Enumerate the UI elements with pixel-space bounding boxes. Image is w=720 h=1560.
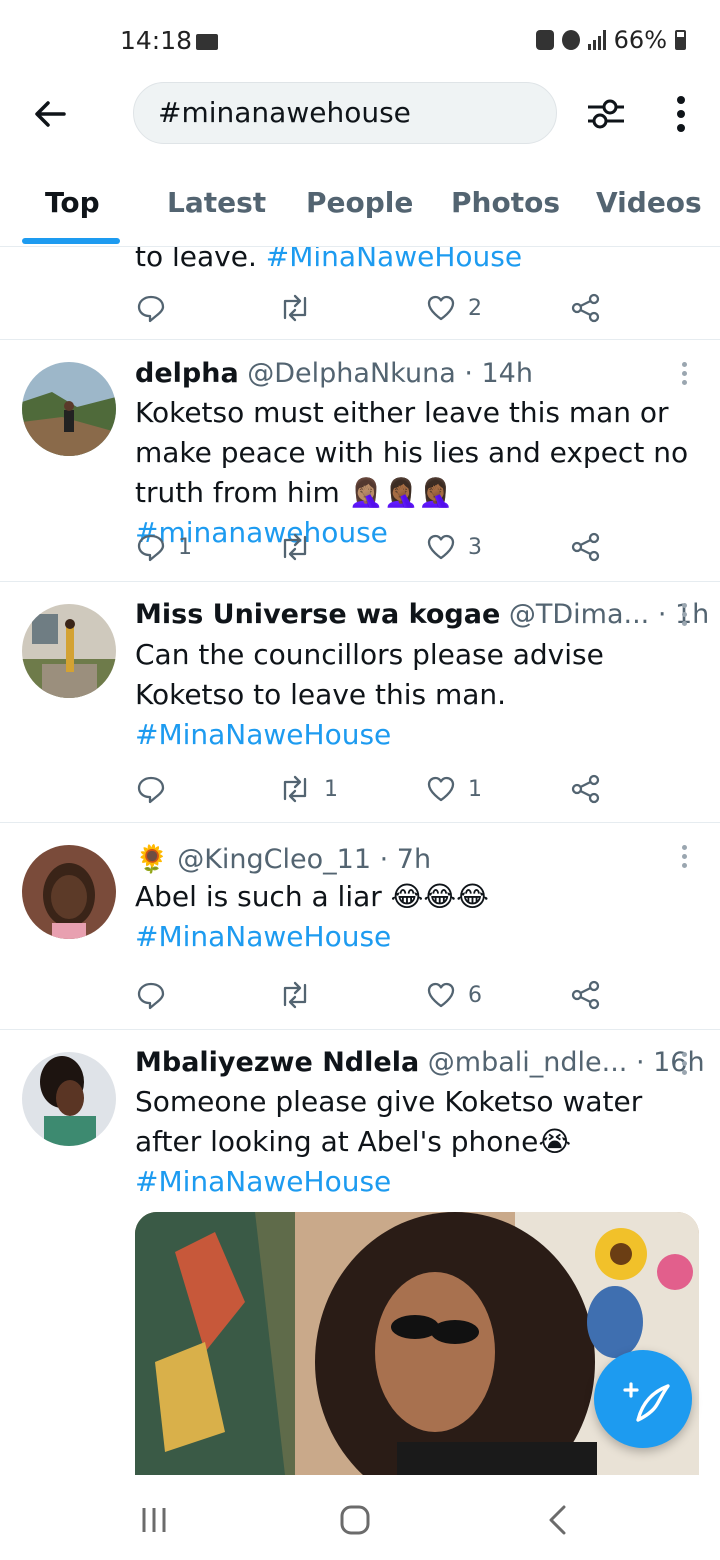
home-icon[interactable] (340, 1505, 370, 1535)
nav-back-icon[interactable] (546, 1505, 570, 1535)
battery-icon (675, 30, 686, 50)
like-icon (427, 982, 455, 1008)
tab-videos[interactable]: Videos (596, 186, 702, 219)
tweet-menu-icon[interactable] (680, 362, 688, 388)
battery-saver-icon (535, 30, 554, 50)
like-count: 3 (468, 534, 482, 560)
tweet-text: Abel is such a liar 😂😂😂 #MinaNaweHouse (135, 880, 489, 953)
alarm-icon (561, 30, 580, 50)
active-tab-indicator (22, 238, 120, 244)
reply-count: 1 (178, 534, 192, 560)
tweet-card[interactable]: 🌻 @KingCleo_11 · 7h Abel is such a liar … (0, 823, 720, 1030)
retweet-icon (283, 294, 307, 322)
like-count: 1 (468, 776, 482, 802)
reply-icon (137, 776, 165, 804)
retweet-button[interactable] (278, 530, 312, 564)
like-button[interactable]: 3 (426, 530, 482, 564)
tweet-text: to leave. #MinaNaweHouse (135, 247, 695, 277)
like-icon (427, 295, 455, 321)
mail-notification-icon (196, 34, 218, 50)
retweet-icon (283, 775, 307, 803)
author-name[interactable]: Mbaliyezwe Ndlela (135, 1047, 419, 1078)
like-icon (427, 776, 455, 802)
share-button[interactable] (571, 291, 601, 325)
author-handle[interactable]: @DelphaNkuna · 14h (247, 358, 533, 389)
search-box[interactable] (133, 82, 557, 144)
tweet-header: Mbaliyezwe Ndlela @mbali_ndle... · 16h (135, 1047, 705, 1078)
hashtag-link[interactable]: #MinaNaweHouse (135, 920, 391, 953)
reply-button[interactable] (136, 772, 166, 806)
signal-icon (587, 30, 606, 50)
system-nav-bar (0, 1475, 720, 1560)
battery-percent: 66% (613, 26, 667, 54)
author-handle[interactable]: @KingCleo_11 · 7h (177, 844, 431, 875)
tweet-menu-icon[interactable] (680, 1052, 688, 1078)
status-right: 66% (535, 26, 686, 54)
retweet-button[interactable]: 1 (278, 772, 338, 806)
search-input[interactable] (156, 95, 540, 130)
tweet-header: delpha @DelphaNkuna · 14h (135, 358, 533, 389)
like-count: 2 (468, 295, 482, 321)
reply-icon (137, 534, 165, 562)
author-name[interactable]: 🌻 (135, 844, 169, 875)
retweet-button[interactable] (278, 978, 312, 1012)
like-button[interactable]: 2 (426, 291, 482, 325)
tweet-header: Miss Universe wa kogae @TDima... · 1h (135, 599, 709, 630)
retweet-icon (283, 981, 307, 1009)
like-button[interactable]: 1 (426, 772, 482, 806)
hashtag-link[interactable]: #MinaNaweHouse (135, 1165, 391, 1198)
reply-icon (137, 295, 165, 323)
retweet-icon (283, 533, 307, 561)
tweet-card[interactable]: Miss Universe wa kogae @TDima... · 1h Ca… (0, 582, 720, 823)
share-icon (571, 293, 600, 323)
author-name[interactable]: Miss Universe wa kogae (135, 599, 500, 630)
tweet-card[interactable]: delpha @DelphaNkuna · 14h Koketso must e… (0, 340, 720, 582)
share-icon (571, 774, 600, 804)
tab-people[interactable]: People (306, 186, 413, 219)
compose-icon (623, 1382, 670, 1422)
filter-icon[interactable] (584, 94, 628, 134)
author-name[interactable]: delpha (135, 358, 239, 389)
hashtag-link[interactable]: #MinaNaweHouse (135, 718, 391, 751)
tab-photos[interactable]: Photos (451, 186, 560, 219)
tweet-text: Someone please give Koketso water after … (135, 1085, 643, 1198)
avatar[interactable] (22, 604, 116, 698)
like-count: 6 (468, 982, 482, 1008)
search-tabs: Top Latest People Photos Videos (0, 180, 720, 247)
avatar[interactable] (22, 845, 116, 939)
tab-latest[interactable]: Latest (167, 186, 266, 219)
share-icon (571, 980, 600, 1010)
reply-button[interactable] (136, 978, 166, 1012)
like-icon (427, 534, 455, 560)
reply-button[interactable] (136, 291, 166, 325)
back-arrow-icon[interactable] (30, 94, 70, 134)
tweet-menu-icon[interactable] (680, 603, 688, 629)
tweet-menu-icon[interactable] (680, 845, 688, 871)
avatar[interactable] (22, 1052, 116, 1146)
status-time: 14:18 (120, 26, 193, 55)
reply-button[interactable]: 1 (136, 530, 192, 564)
share-button[interactable] (571, 530, 601, 564)
avatar[interactable] (22, 362, 116, 456)
tweet-header: 🌻 @KingCleo_11 · 7h (135, 843, 431, 875)
tab-top[interactable]: Top (45, 186, 100, 219)
retweet-count: 1 (324, 776, 338, 802)
more-vertical-icon[interactable] (664, 94, 698, 134)
like-button[interactable]: 6 (426, 978, 482, 1012)
hashtag-link[interactable]: #MinaNaweHouse (266, 247, 522, 273)
recents-icon[interactable] (138, 1507, 170, 1533)
reply-icon (137, 982, 165, 1010)
search-header (0, 82, 720, 146)
share-button[interactable] (571, 978, 601, 1012)
share-button[interactable] (571, 772, 601, 806)
retweet-button[interactable] (278, 291, 312, 325)
status-bar: 14:18 66% (0, 0, 720, 82)
tweet-text: Can the councillors please advise Kokets… (135, 638, 604, 751)
share-icon (571, 532, 600, 562)
tweet-card[interactable]: to leave. #MinaNaweHouse 2 (0, 247, 720, 340)
tweet-text: Koketso must either leave this man or ma… (135, 396, 689, 549)
compose-tweet-button[interactable] (594, 1350, 692, 1448)
author-handle[interactable]: @mbali_ndle... · 16h (428, 1047, 705, 1078)
